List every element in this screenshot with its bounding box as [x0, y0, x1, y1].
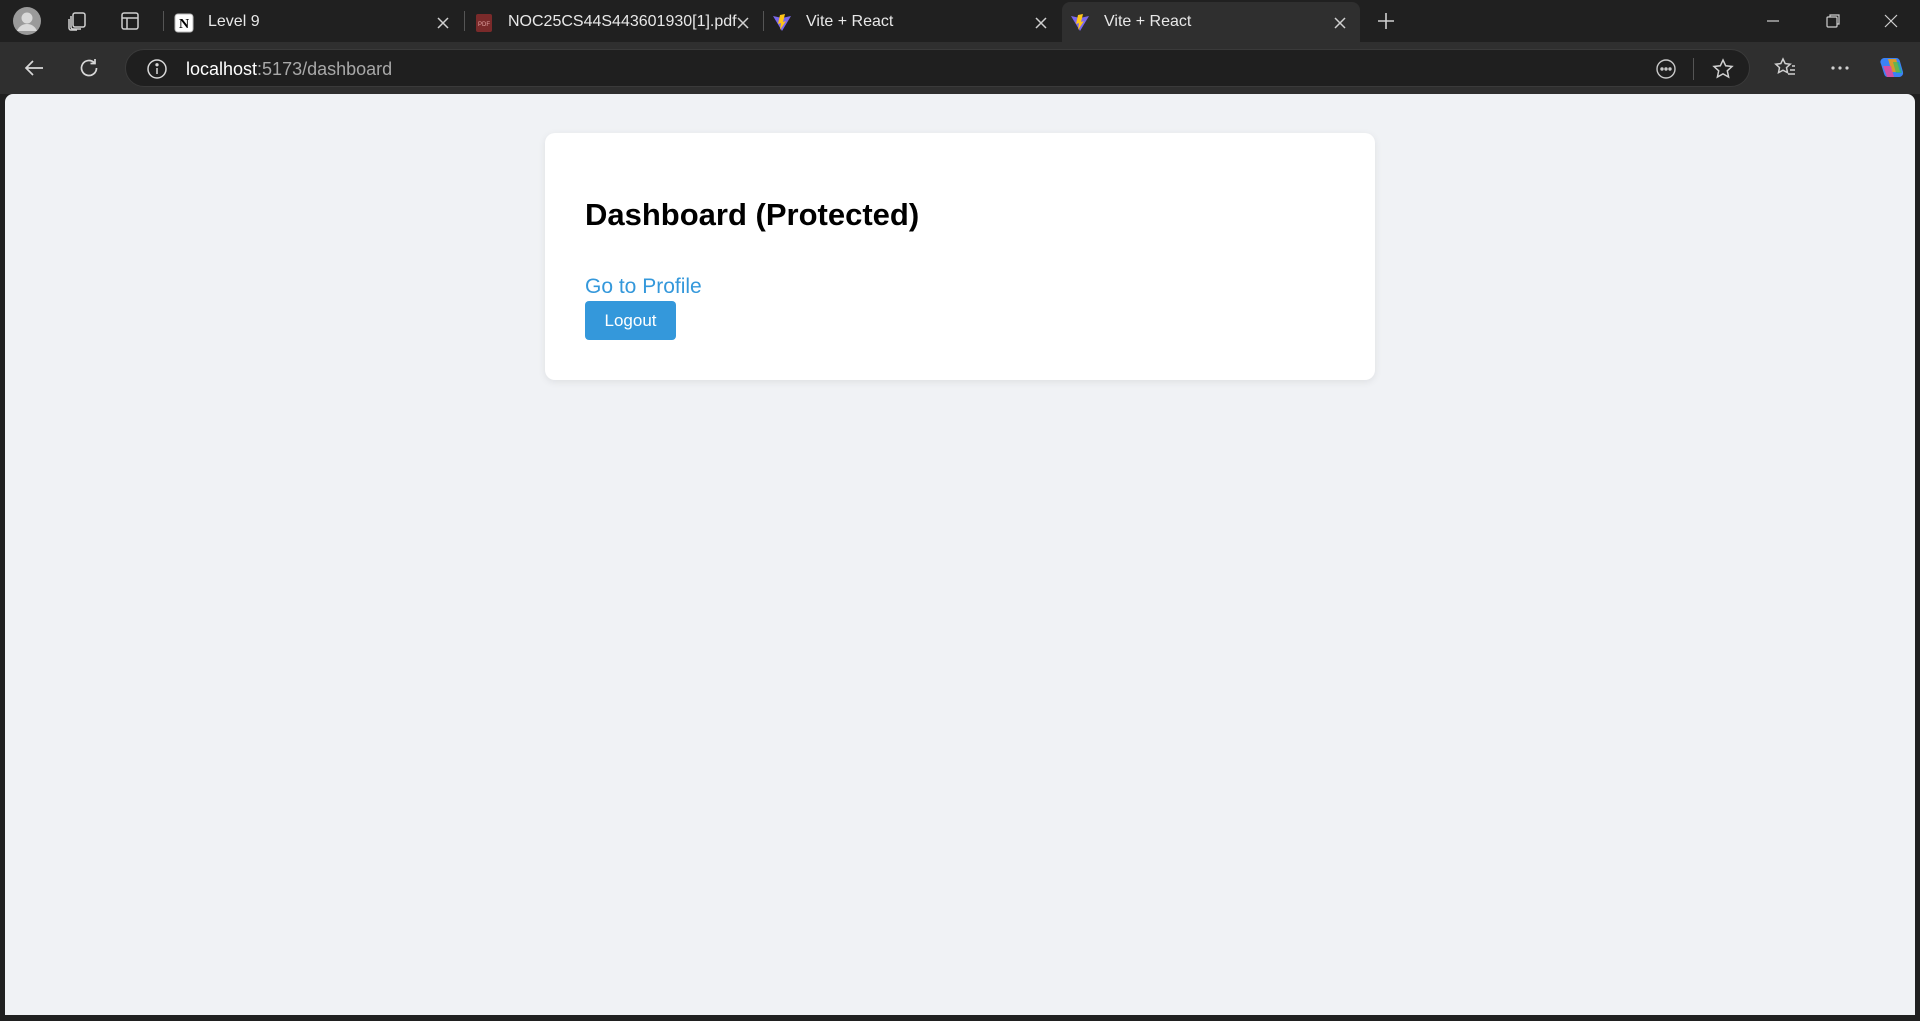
vite-icon — [772, 13, 792, 33]
tab-title: Vite + React — [1104, 13, 1192, 30]
tab-separator — [163, 11, 164, 31]
minimize-icon[interactable] — [1744, 0, 1802, 42]
reading-mode-icon[interactable] — [1655, 58, 1677, 80]
close-icon[interactable] — [434, 14, 452, 32]
dashboard-card: Dashboard (Protected) Go to Profile Logo… — [545, 133, 1375, 380]
close-icon[interactable] — [1032, 14, 1050, 32]
tab-title: Level 9 — [208, 13, 260, 30]
tab-level-9[interactable]: N Level 9 — [166, 2, 462, 42]
workspaces-icon[interactable] — [59, 4, 95, 38]
url-host: localhost — [186, 59, 258, 79]
tab-pdf[interactable]: PDF NOC25CS44S443601930[1].pdf — [466, 2, 762, 42]
window-close-icon[interactable] — [1862, 0, 1920, 42]
vite-icon — [1070, 13, 1090, 33]
close-icon[interactable] — [1331, 14, 1349, 32]
pdf-icon: PDF — [474, 13, 494, 33]
site-info-icon[interactable] — [146, 58, 168, 80]
profile-link[interactable]: Go to Profile — [585, 275, 702, 299]
svg-text:PDF: PDF — [478, 22, 490, 28]
copilot-icon[interactable] — [1875, 50, 1911, 86]
notion-icon: N — [174, 13, 194, 33]
tab-vite-react-active[interactable]: Vite + React — [1062, 2, 1360, 42]
page-viewport: Dashboard (Protected) Go to Profile Logo… — [5, 94, 1915, 1015]
tab-separator — [464, 11, 465, 31]
browser-toolbar: localhost:5173/dashboard — [0, 42, 1920, 94]
restore-icon[interactable] — [1804, 0, 1862, 42]
favorites-icon[interactable] — [1767, 50, 1803, 86]
address-divider — [1693, 58, 1694, 80]
logout-button[interactable]: Logout — [585, 301, 676, 340]
tab-actions-icon[interactable] — [112, 4, 148, 38]
refresh-button[interactable] — [71, 50, 107, 86]
url-path: :5173/dashboard — [257, 59, 393, 79]
page-title: Dashboard (Protected) — [585, 197, 920, 232]
profile-avatar-icon[interactable] — [9, 4, 45, 38]
back-button[interactable] — [16, 50, 52, 86]
tab-title: NOC25CS44S443601930[1].pdf — [508, 13, 737, 30]
new-tab-button[interactable] — [1368, 4, 1404, 38]
address-bar[interactable]: localhost:5173/dashboard — [125, 49, 1750, 87]
url-text[interactable]: localhost:5173/dashboard — [186, 59, 392, 80]
tab-bar: N Level 9 PDF NOC25CS44S443601930[1].pdf… — [0, 0, 1920, 42]
tab-title: Vite + React — [806, 13, 894, 30]
close-icon[interactable] — [734, 14, 752, 32]
add-favorite-star-icon[interactable] — [1712, 58, 1734, 80]
more-options-icon[interactable] — [1822, 50, 1858, 86]
tab-vite-react[interactable]: Vite + React — [764, 2, 1060, 42]
svg-text:N: N — [179, 17, 189, 32]
